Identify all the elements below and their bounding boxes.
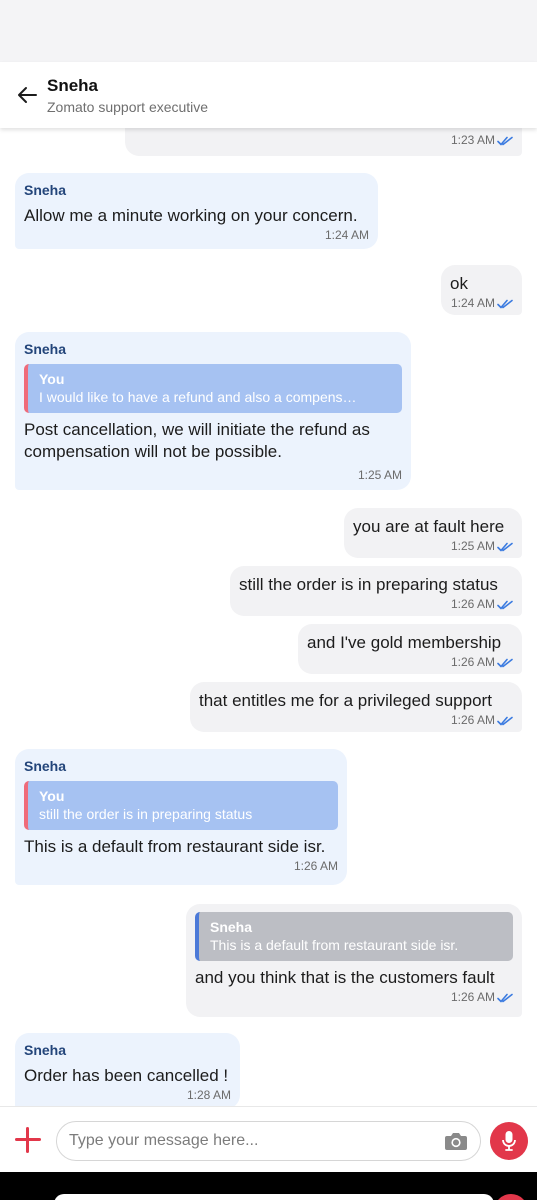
double-check-icon [497, 658, 513, 668]
message-text: you are at fault here [353, 517, 505, 536]
message-meta: 1:24 AM [450, 295, 513, 311]
message-meta: 1:26 AM [239, 596, 513, 612]
chat-header: Sneha Zomato support executive [0, 62, 537, 128]
message-outgoing: that entitles me for a privileged suppor… [190, 682, 522, 732]
quoted-text: I would like to have a refund and also a… [39, 389, 357, 405]
message-text: compensation [134, 128, 513, 130]
nav-edge-indicator [494, 1194, 528, 1200]
double-check-icon [497, 542, 513, 552]
message-text-line: compensation will not be possible. [24, 442, 282, 461]
message-text: and I've gold membership [307, 633, 502, 652]
arrow-left-icon [18, 87, 37, 103]
message-time: 1:28 AM [186, 1088, 231, 1102]
message-text: This is a default from restaurant side i… [24, 837, 326, 856]
message-outgoing: Sneha This is a default from restaurant … [186, 904, 522, 1017]
contact-subtitle: Zomato support executive [47, 99, 209, 115]
message-time: 1:24 AM [450, 296, 495, 310]
microphone-icon [502, 1131, 516, 1151]
quoted-message[interactable]: Sneha This is a default from restaurant … [195, 912, 513, 961]
message-meta: 1:25 AM [353, 538, 513, 554]
system-nav-bar [0, 1172, 537, 1200]
message-incoming: Sneha Allow me a minute working on your … [15, 173, 378, 249]
double-check-icon [497, 600, 513, 610]
back-button[interactable] [12, 80, 42, 110]
composer-bar [0, 1106, 537, 1172]
message-time: 1:26 AM [450, 655, 495, 669]
double-check-icon [497, 993, 513, 1003]
quoted-message[interactable]: You I would like to have a refund and al… [24, 364, 402, 413]
message-time: 1:25 AM [357, 468, 402, 482]
message-incoming: Sneha Order has been cancelled ! 1:28 AM [15, 1033, 240, 1106]
sender-name: Sneha [24, 182, 67, 198]
message-time: 1:23 AM [450, 133, 495, 147]
message-text: that entitles me for a privileged suppor… [199, 691, 492, 710]
sender-name: Sneha [24, 758, 67, 774]
message-meta: 1:26 AM [199, 712, 513, 728]
quoted-text: This is a default from restaurant side i… [210, 937, 459, 953]
message-list[interactable]: compensation 1:23 AM Sneha Allow me a mi… [0, 128, 537, 1106]
double-check-icon [497, 716, 513, 726]
double-check-icon [497, 299, 513, 309]
quoted-sender: Sneha [210, 919, 253, 935]
message-meta: 1:26 AM [195, 989, 513, 1005]
double-check-icon [497, 136, 513, 146]
nav-handle [54, 1194, 494, 1200]
message-text: still the order is in preparing status [239, 575, 498, 594]
message-outgoing: ok 1:24 AM [441, 265, 522, 315]
camera-icon [445, 1133, 467, 1150]
message-text: Order has been cancelled ! [24, 1066, 229, 1085]
sender-name: Sneha [24, 341, 67, 357]
message-text: Allow me a minute working on your concer… [24, 206, 358, 225]
contact-name: Sneha [47, 76, 99, 95]
camera-button[interactable] [444, 1130, 468, 1152]
message-meta: 1:23 AM [134, 132, 513, 148]
message-time: 1:24 AM [324, 228, 369, 242]
quoted-message[interactable]: You still the order is in preparing stat… [24, 781, 338, 830]
quoted-sender: You [39, 788, 65, 804]
sender-name: Sneha [24, 1042, 67, 1058]
mic-button[interactable] [490, 1122, 528, 1160]
message-outgoing: still the order is in preparing status 1… [230, 566, 522, 616]
message-outgoing: you are at fault here 1:25 AM [344, 508, 522, 558]
message-time: 1:26 AM [293, 859, 338, 873]
quoted-text: still the order is in preparing status [39, 806, 253, 822]
message-time: 1:26 AM [450, 713, 495, 727]
message-incoming: Sneha You I would like to have a refund … [15, 332, 411, 490]
message-input-container[interactable] [56, 1121, 481, 1161]
status-bar [0, 0, 537, 62]
message-incoming: Sneha You still the order is in preparin… [15, 749, 347, 885]
message-outgoing: and I've gold membership 1:26 AM [298, 624, 522, 674]
message-text: and you think that is the customers faul… [195, 968, 495, 987]
message-time: 1:26 AM [450, 597, 495, 611]
message-text: ok [450, 274, 468, 293]
message-time: 1:26 AM [450, 990, 495, 1004]
quoted-sender: You [39, 371, 65, 387]
message-meta: 1:26 AM [307, 654, 513, 670]
message-input[interactable] [69, 1127, 434, 1155]
message-outgoing: compensation 1:23 AM [125, 128, 522, 156]
plus-icon[interactable] [13, 1125, 43, 1155]
message-text-line: Post cancellation, we will initiate the … [24, 420, 370, 439]
message-time: 1:25 AM [450, 539, 495, 553]
